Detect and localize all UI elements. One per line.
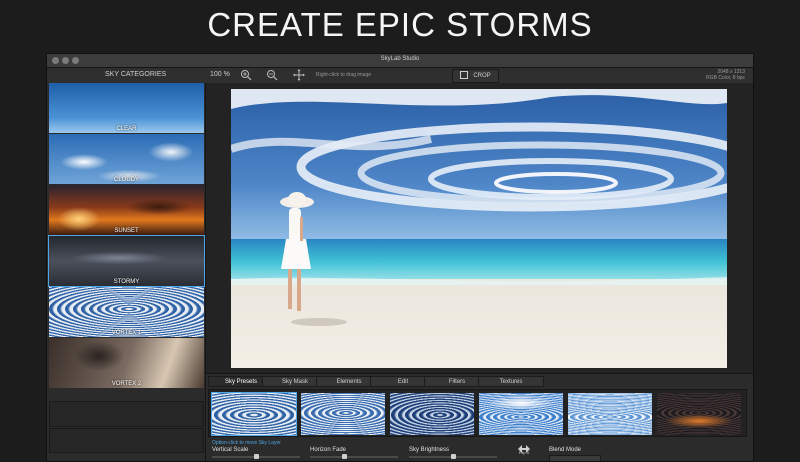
vertical-scale-handle[interactable] xyxy=(254,454,259,459)
preset-thumbnail[interactable] xyxy=(211,392,297,436)
crop-label: CROP xyxy=(473,73,491,79)
preset-thumbnail[interactable] xyxy=(301,393,385,435)
preset-thumbnail[interactable] xyxy=(657,393,741,435)
page-headline: CREATE EPIC STORMS xyxy=(207,6,593,43)
beach-vortex-image xyxy=(231,89,727,368)
preset-thumbnail[interactable] xyxy=(568,393,652,435)
bottom-panel: Sky Presets Sky Mask Elements Edit Filte… xyxy=(206,373,753,461)
blend-mode-select[interactable] xyxy=(549,455,601,461)
flip-x-label: Flip X xyxy=(519,450,530,455)
sidebar-empty-slot xyxy=(49,401,204,427)
sidebar-item-stormy[interactable]: STORMY xyxy=(48,235,205,287)
sidebar-item-label: STORMY xyxy=(113,279,140,285)
drag-hint: Right-click to drag image xyxy=(316,72,372,78)
crop-icon xyxy=(460,71,469,80)
image-canvas[interactable] xyxy=(231,89,727,368)
sidebar-item-sunset[interactable]: SUNSET xyxy=(49,185,204,235)
sidebar-item-label: SUNSET xyxy=(114,228,139,234)
image-info: 2048 x 1313 RGB Color, 8 bpc xyxy=(706,69,745,81)
sky-brightness-handle[interactable] xyxy=(451,454,456,459)
toolbar: SKY CATEGORIES 100 % Right-click to drag… xyxy=(47,68,753,84)
sidebar-item-clear[interactable]: CLEAR xyxy=(49,83,204,133)
sidebar-title: SKY CATEGORIES xyxy=(105,71,167,78)
flip-x-icon[interactable] xyxy=(518,440,530,453)
horizon-fade-slider[interactable] xyxy=(310,456,398,458)
title-bar: SkyLab Studio xyxy=(47,54,753,68)
preset-thumbnail[interactable] xyxy=(479,393,563,435)
sidebar-item-label: CLEAR xyxy=(116,126,137,132)
zoom-out-icon[interactable] xyxy=(266,69,278,84)
preset-thumbnail[interactable] xyxy=(390,393,474,435)
sidebar-item-label: VORTEX 1 xyxy=(111,330,142,336)
color-mode: RGB Color, 8 bpc xyxy=(706,75,745,81)
zoom-in-icon[interactable] xyxy=(240,69,252,84)
horizon-fade-label: Horizon Fade xyxy=(310,447,347,453)
sidebar-item-label: CLOUDY xyxy=(113,177,139,183)
image-workspace xyxy=(206,83,753,373)
horizon-fade-handle[interactable] xyxy=(342,454,347,459)
move-sky-hint: Option-click to move Sky Layer xyxy=(212,440,281,446)
app-window: SkyLab Studio SKY CATEGORIES 100 % Right… xyxy=(46,53,754,462)
sidebar-item-label: VORTEX 2 xyxy=(111,381,142,387)
crop-button[interactable]: CROP xyxy=(452,69,499,83)
sidebar-item-vortex-2[interactable]: VORTEX 2 xyxy=(49,338,204,388)
vertical-scale-label: Vertical Scale xyxy=(212,447,249,453)
window-title: SkyLab Studio xyxy=(380,56,420,62)
sky-categories-sidebar: CLEAR CLOUDY SUNSET STORMY VORTEX 1 VORT… xyxy=(47,83,206,461)
blend-mode-label: Blend Mode xyxy=(549,447,582,453)
zoom-level[interactable]: 100 % xyxy=(210,71,230,78)
sidebar-item-cloudy[interactable]: CLOUDY xyxy=(49,134,204,184)
sidebar-item-vortex-1[interactable]: VORTEX 1 xyxy=(49,287,204,337)
sky-presets-strip xyxy=(208,389,747,437)
tab-textures[interactable]: Textures xyxy=(478,376,544,387)
pan-move-icon[interactable] xyxy=(293,69,305,84)
sky-brightness-label: Sky Brightness xyxy=(409,447,450,453)
sidebar-empty-slot xyxy=(49,428,204,453)
